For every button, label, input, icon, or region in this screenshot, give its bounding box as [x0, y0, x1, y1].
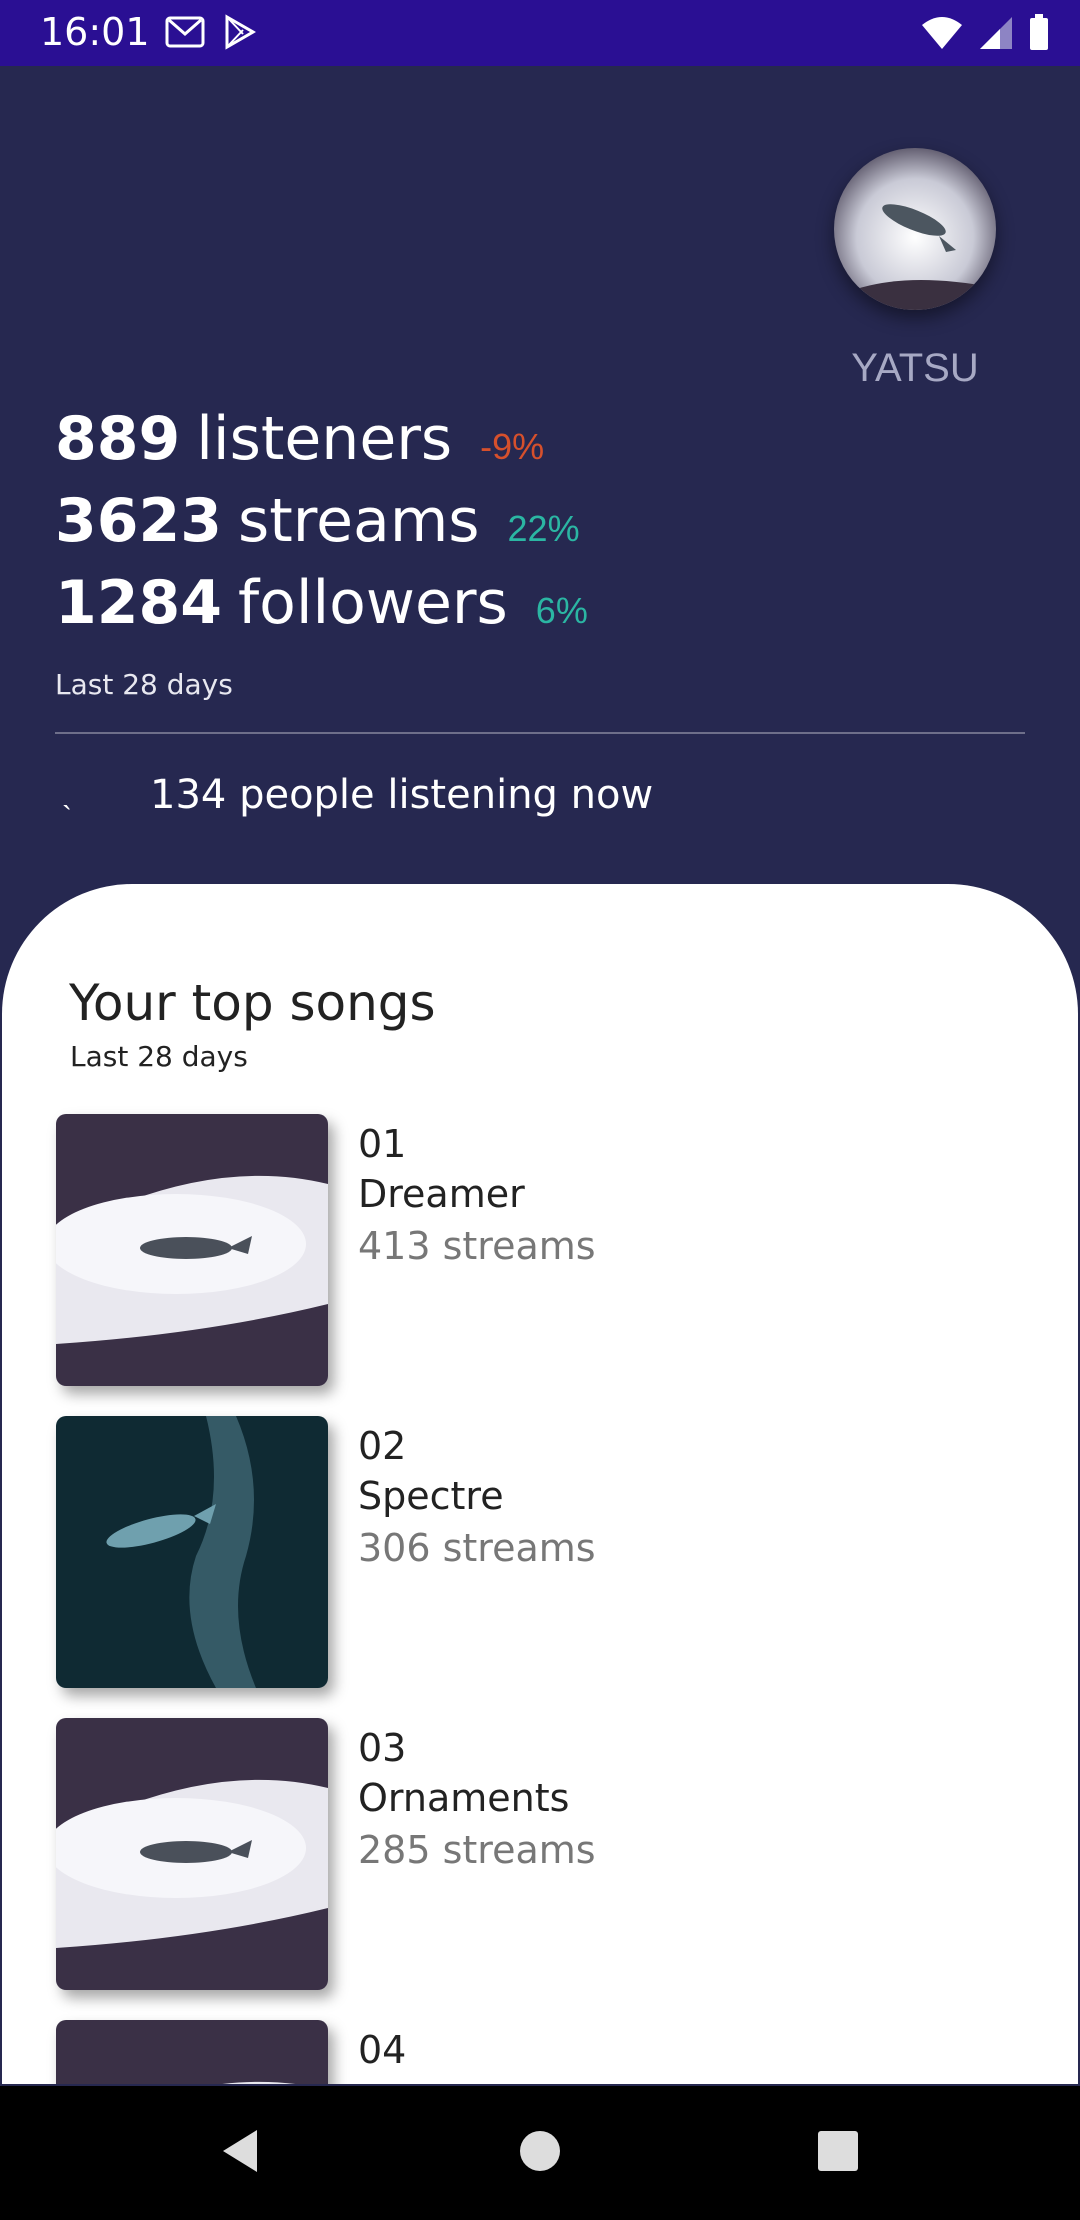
status-bar: 16:01: [0, 0, 1080, 66]
battery-icon: [1028, 14, 1050, 57]
stat-listeners: 889 listeners -9%: [55, 404, 544, 474]
divider: [55, 732, 1025, 734]
stat-followers: 1284 followers 6%: [55, 568, 588, 638]
song-streams: 285 streams: [358, 1828, 596, 1872]
song-title: Ornaments: [358, 1776, 570, 1820]
song-rank: 03: [358, 1726, 407, 1770]
stats-header: YATSU 889 listeners -9% 3623 streams 22%…: [0, 66, 1080, 886]
signal-icon: [978, 15, 1014, 56]
whale-avatar-icon: [834, 148, 996, 310]
stat-number: 889: [55, 404, 181, 474]
back-icon[interactable]: [205, 2116, 275, 2186]
song-rank: 02: [358, 1424, 407, 1468]
stat-number: 3623: [55, 486, 222, 556]
top-songs-subtitle: Last 28 days: [70, 1040, 248, 1073]
album-cover: [56, 1718, 328, 1990]
song-item[interactable]: 04: [56, 2020, 1056, 2084]
top-songs-sheet[interactable]: Your top songs Last 28 days 01 Dreamer 4…: [2, 884, 1078, 2084]
play-store-icon: [223, 14, 257, 55]
stat-change: 22%: [507, 508, 580, 549]
stat-label: listeners: [196, 404, 453, 474]
stat-change: -9%: [480, 426, 545, 467]
stat-label: streams: [238, 486, 480, 556]
whale-clouds-cover-icon: [56, 1718, 328, 1990]
song-streams: 306 streams: [358, 1526, 596, 1570]
live-listeners-text: 134 people listening now: [150, 772, 654, 818]
recents-icon[interactable]: [803, 2116, 873, 2186]
album-cover: [56, 1114, 328, 1386]
whale-ocean-cover-icon: [56, 1416, 328, 1688]
status-time: 16:01: [40, 10, 150, 54]
home-icon[interactable]: [505, 2116, 575, 2186]
whale-clouds-cover-icon: [56, 1114, 328, 1386]
wifi-icon: [920, 15, 964, 56]
artist-avatar[interactable]: [834, 148, 996, 310]
top-songs-title: Your top songs: [69, 974, 436, 1032]
album-cover: [56, 1416, 328, 1688]
song-item[interactable]: 01 Dreamer 413 streams: [56, 1114, 1056, 1386]
song-streams: 413 streams: [358, 1224, 596, 1268]
song-item[interactable]: 02 Spectre 306 streams: [56, 1416, 1056, 1688]
live-indicator-mark: `: [62, 801, 72, 834]
artist-name: YATSU: [851, 346, 979, 390]
song-rank: 01: [358, 1122, 407, 1166]
stat-streams: 3623 streams 22%: [55, 486, 580, 556]
gmail-icon: [165, 14, 205, 55]
song-title: Spectre: [358, 1474, 504, 1518]
album-cover: [56, 2020, 328, 2084]
stats-period: Last 28 days: [55, 668, 233, 701]
stat-number: 1284: [55, 568, 222, 638]
song-title: Dreamer: [358, 1172, 525, 1216]
song-rank: 04: [358, 2028, 407, 2072]
whale-clouds-cover-icon: [56, 2020, 328, 2084]
navigation-bar: [0, 2086, 1080, 2220]
stat-label: followers: [238, 568, 508, 638]
stat-change: 6%: [535, 590, 588, 631]
song-item[interactable]: 03 Ornaments 285 streams: [56, 1718, 1056, 1990]
